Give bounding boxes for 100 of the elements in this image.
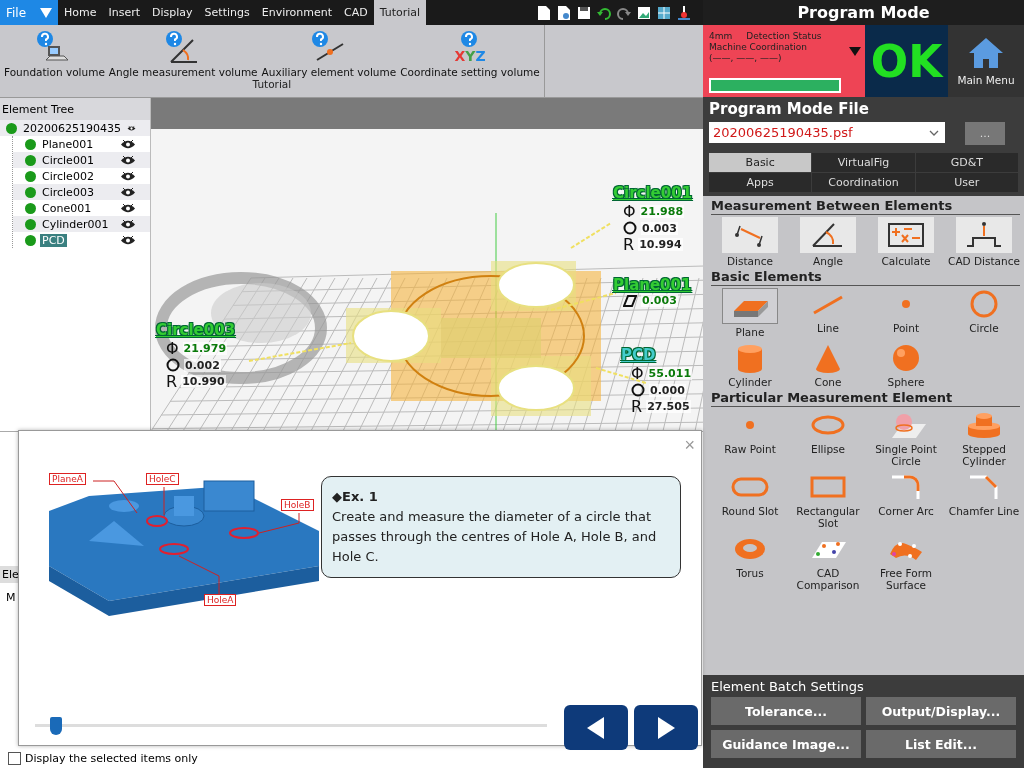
element-button[interactable]: Single Point Circle — [867, 407, 945, 469]
file-menu-button[interactable]: File — [0, 0, 58, 25]
slider-thumb[interactable] — [50, 717, 63, 735]
element-button[interactable]: Raw Point — [711, 407, 789, 469]
file-dropdown[interactable]: 20200625190435.psf — [709, 122, 945, 143]
eye-icon[interactable] — [120, 138, 136, 150]
callout-label: HoleC — [146, 473, 179, 485]
mode-title: Program Mode — [703, 0, 1024, 25]
element-button[interactable]: Calculate — [867, 215, 945, 269]
section-title: Basic Elements — [711, 269, 1020, 286]
tutorial-button[interactable]: Angle measurement volume — [106, 25, 260, 78]
element-button[interactable]: Angle — [789, 215, 867, 269]
checkbox-label: Display the selected items only — [25, 752, 198, 765]
measurement-value: 10.990 — [181, 375, 226, 388]
eye-icon[interactable] — [120, 202, 136, 214]
settings-button[interactable]: Tolerance... — [711, 697, 861, 725]
symbol-label: R — [631, 397, 643, 416]
save-icon[interactable] — [577, 4, 591, 21]
tutorial-button[interactable]: Auxiliary element volume — [259, 25, 399, 78]
callout-label: HoleB — [281, 499, 314, 511]
category-tab[interactable]: Coordination — [812, 173, 915, 192]
column-header: M — [6, 591, 16, 604]
element-button[interactable]: Ellipse — [789, 407, 867, 469]
element-button[interactable]: Stepped Cylinder — [945, 407, 1023, 469]
eye-icon[interactable] — [120, 218, 136, 230]
element-button[interactable]: Plane — [711, 286, 789, 340]
element-button[interactable]: Round Slot — [711, 469, 789, 531]
tutorial-button[interactable]: XYZ Coordinate setting volume — [398, 25, 542, 78]
element-button[interactable]: Rectangular Slot — [789, 469, 867, 531]
category-tab[interactable]: GD&T — [915, 153, 1018, 172]
measurement-value: 55.011 — [647, 367, 693, 380]
section-title: Program Mode File — [709, 100, 870, 118]
menu-tab[interactable]: Settings — [198, 0, 256, 25]
help-icon — [460, 30, 478, 48]
eye-icon[interactable] — [120, 234, 136, 246]
coordinate-value: (——, ——, ——) — [709, 53, 782, 64]
tree-item[interactable]: PCD — [40, 233, 67, 247]
tree-item[interactable]: Plane001 — [40, 137, 96, 151]
arithmetic-icon — [886, 220, 926, 250]
symbol-label: R — [623, 235, 635, 254]
category-tab[interactable]: VirtualFig — [812, 153, 915, 172]
settings-button[interactable]: Guidance Image... — [711, 730, 861, 758]
menu-tab[interactable]: Display — [146, 0, 199, 25]
dot-icon — [902, 300, 910, 308]
element-button[interactable]: Free Form Surface — [867, 531, 945, 593]
previous-button[interactable] — [564, 705, 628, 750]
dropdown-icon[interactable] — [849, 47, 861, 56]
menu-tab[interactable]: CAD — [337, 0, 374, 25]
tutorial-button[interactable]: Foundation volume — [2, 25, 107, 78]
roundness-icon — [631, 383, 645, 397]
menu-tab[interactable]: Tutorial — [373, 0, 427, 25]
example-heading: ◆Ex. 1 — [332, 488, 379, 506]
element-button[interactable]: Chamfer Line — [945, 469, 1023, 531]
status-dot — [25, 170, 36, 182]
category-tab[interactable]: User — [915, 173, 1018, 192]
checkbox[interactable] — [8, 752, 21, 765]
category-tab[interactable]: Apps — [709, 173, 812, 192]
element-button[interactable]: Point — [867, 286, 945, 340]
eye-icon[interactable] — [120, 170, 136, 182]
image-icon[interactable] — [637, 4, 651, 21]
symbol-label: Φ — [623, 202, 636, 221]
element-button[interactable]: Cone — [789, 340, 867, 390]
axis-letters: XYZ — [454, 48, 486, 64]
roundness-icon — [166, 358, 180, 372]
category-tab[interactable]: Basic — [709, 153, 812, 172]
settings-button[interactable]: List Edit... — [866, 730, 1016, 758]
tree-item[interactable]: Circle002 — [40, 169, 96, 183]
menu-tab[interactable]: Environment — [255, 0, 338, 25]
element-button[interactable]: Sphere — [867, 340, 945, 390]
element-button[interactable]: Torus — [711, 531, 789, 593]
panel-tab[interactable]: Ele — [0, 566, 21, 583]
element-button[interactable]: Corner Arc — [867, 469, 945, 531]
settings-button[interactable]: Output/Display... — [866, 697, 1016, 725]
viewport[interactable]: Circle001 Φ 21.988 0.003 R 10.994 Plane001 0.003 Circle003 Φ 21.979 0.002 R 10.990 PCD Φ 55.011 0.000 R 27.505 — [151, 98, 703, 431]
element-button[interactable]: Circle — [945, 286, 1023, 340]
next-button[interactable] — [634, 705, 698, 750]
eye-icon[interactable] — [120, 154, 136, 166]
element-button[interactable]: CAD Comparison — [789, 531, 867, 593]
tree-item[interactable]: Cone001 — [40, 201, 94, 215]
grid-icon[interactable] — [657, 4, 671, 21]
section-title: Particular Measurement Element — [711, 390, 1020, 407]
eye-icon[interactable] — [120, 186, 136, 198]
probe-size: 4mm — [709, 31, 733, 42]
document-icon[interactable] — [537, 4, 551, 21]
measurement-value: 0.000 — [649, 383, 686, 397]
status-panel[interactable]: 4mm Detection Status Machine Coordination (——, ——, ——) — [703, 25, 865, 97]
element-button[interactable]: Line — [789, 286, 867, 340]
annotation-title: Circle003 — [156, 321, 236, 339]
measurement-value: 0.003 — [641, 294, 678, 307]
element-button[interactable]: Distance — [711, 215, 789, 269]
dot-icon — [746, 421, 754, 429]
annotation-title: Plane001 — [613, 276, 692, 294]
probe-icon[interactable] — [677, 4, 691, 21]
element-button[interactable]: CAD Distance — [945, 215, 1023, 269]
main-menu-button[interactable]: Main Menu — [948, 25, 1024, 97]
menu-tab[interactable]: Insert — [102, 0, 147, 25]
element-button[interactable]: Cylinder — [711, 340, 789, 390]
caret-icon — [40, 7, 52, 18]
annotation-title: PCD — [621, 346, 656, 364]
menu-tab[interactable]: Home — [58, 0, 103, 25]
